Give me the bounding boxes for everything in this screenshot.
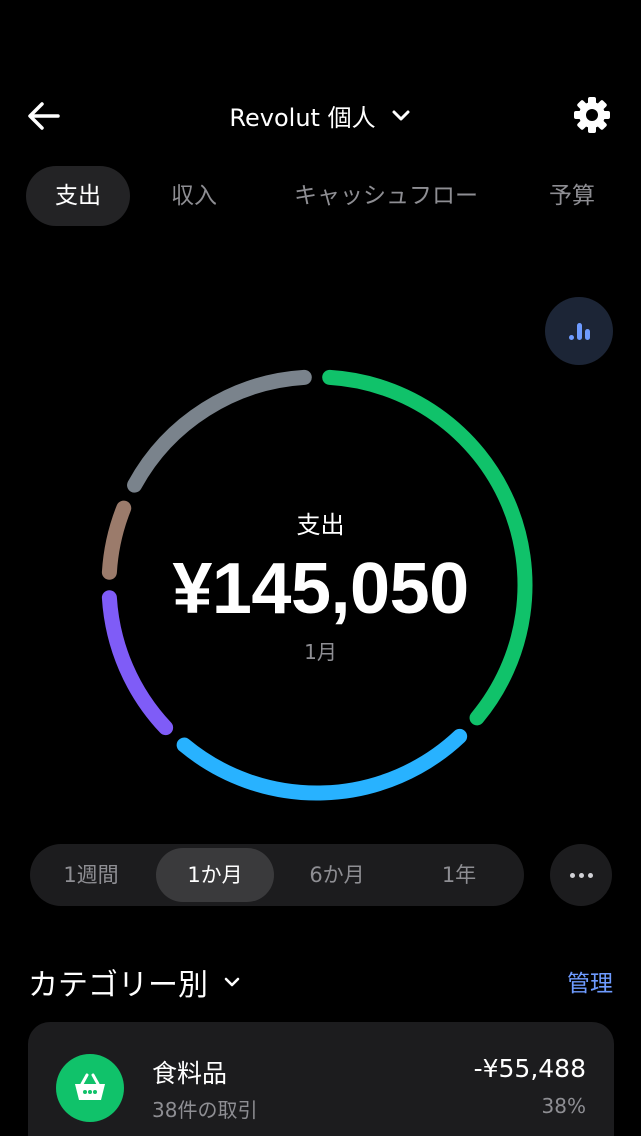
account-title: Revolut 個人 <box>229 104 376 132</box>
more-button[interactable] <box>550 844 612 906</box>
section-title: カテゴリー別 <box>28 968 208 1003</box>
header: Revolut 個人 <box>0 88 641 144</box>
spending-total: ¥145,050 <box>172 549 469 629</box>
chevron-down-icon <box>224 977 240 987</box>
tab-budget[interactable]: 予算 <box>532 166 612 226</box>
tab-cashflow[interactable]: キャッシュフロー <box>278 166 494 226</box>
more-dot <box>569 872 575 878</box>
category-percent: 38% <box>541 1094 586 1118</box>
basket-icon <box>75 1073 105 1100</box>
more-dot <box>578 872 584 878</box>
category-icon <box>56 1054 124 1122</box>
category-name: 食料品 <box>152 1059 228 1088</box>
category-amount: -¥55,488 <box>473 1054 586 1083</box>
category-section-toggle[interactable]: カテゴリー別 <box>28 960 242 1004</box>
period-1-month[interactable]: 1か月 <box>156 848 274 902</box>
gear-icon <box>574 97 610 133</box>
tab-income[interactable]: 収入 <box>144 166 244 226</box>
manage-link[interactable]: 管理 <box>567 964 613 998</box>
category-transaction-count: 38件の取引 <box>152 1098 258 1122</box>
donut-segment <box>176 728 468 801</box>
tab-expenses[interactable]: 支出 <box>26 166 130 226</box>
spending-period: 1月 <box>304 640 337 664</box>
tab-bar: 支出 収入 キャッシュフロー 予算 <box>26 166 641 226</box>
period-selector: 1週間 1か月 6か月 1年 <box>30 844 524 906</box>
period-6-months[interactable]: 6か月 <box>278 848 396 902</box>
period-1-year[interactable]: 1年 <box>400 848 518 902</box>
category-item[interactable]: 食料品 38件の取引 -¥55,488 38% <box>28 1022 614 1136</box>
period-1-week[interactable]: 1週間 <box>34 848 148 902</box>
spending-label: 支出 <box>296 511 345 539</box>
donut-segment <box>127 369 312 493</box>
more-dot <box>587 872 593 878</box>
account-selector[interactable]: Revolut 個人 <box>229 98 411 133</box>
settings-button[interactable] <box>573 96 611 134</box>
chevron-down-icon <box>392 110 410 120</box>
